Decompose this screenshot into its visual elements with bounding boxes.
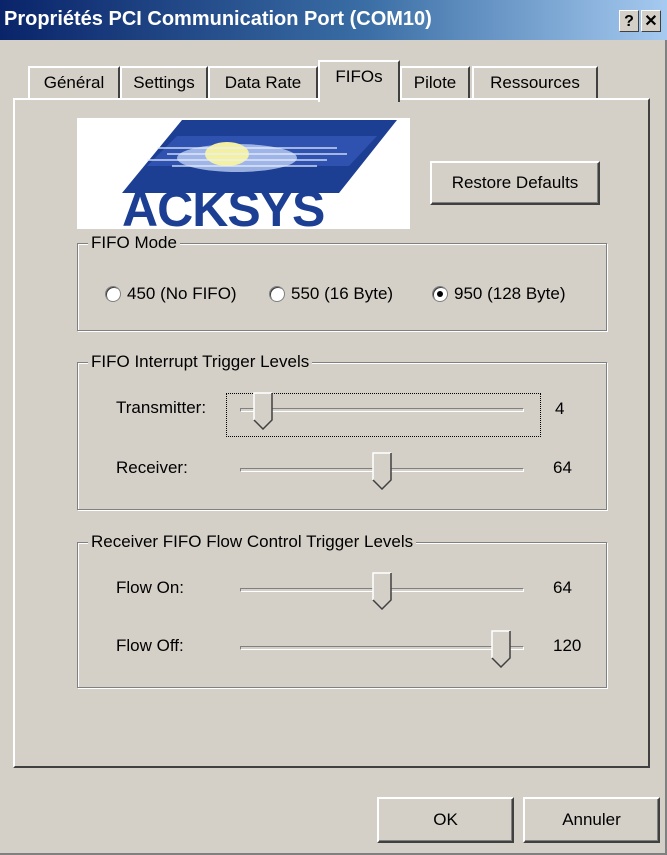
receiver-label: Receiver:	[116, 458, 188, 477]
radio-550-indicator	[269, 286, 285, 302]
radio-550-label: 550 (16 Byte)	[291, 284, 394, 303]
close-button[interactable]: ✕	[641, 10, 661, 32]
flow-off-slider[interactable]	[240, 630, 524, 676]
tab-fifos[interactable]: FIFOs	[318, 60, 400, 102]
interrupt-trigger-legend: FIFO Interrupt Trigger Levels	[88, 352, 313, 372]
flow-on-label: Flow On:	[116, 578, 185, 597]
help-icon: ?	[624, 13, 634, 30]
help-button[interactable]: ?	[619, 10, 639, 32]
radio-950-label: 950 (128 Byte)	[454, 284, 566, 303]
slider-thumb[interactable]	[253, 392, 273, 430]
flow-off-value: 120	[553, 636, 582, 655]
flow-off-label: Flow Off:	[116, 636, 184, 655]
tab-strip: Général Settings Data Rate FIFOs Pilote …	[0, 60, 667, 102]
tab-ressources[interactable]: Ressources	[472, 66, 598, 100]
transmitter-label: Transmitter:	[116, 398, 207, 417]
slider-track	[240, 646, 524, 650]
title-bar: Propriétés PCI Communication Port (COM10…	[0, 0, 667, 40]
radio-450-indicator	[105, 286, 121, 302]
fifo-mode-legend: FIFO Mode	[88, 233, 180, 253]
receiver-slider[interactable]	[240, 452, 524, 498]
acksys-logo-graphic: ACKSYS	[122, 120, 397, 229]
transmitter-slider[interactable]	[240, 392, 524, 438]
tab-general[interactable]: Général	[28, 66, 120, 100]
slider-thumb[interactable]	[372, 452, 392, 490]
window-title: Propriétés PCI Communication Port (COM10…	[4, 8, 432, 30]
slider-thumb[interactable]	[491, 630, 511, 668]
radio-950-indicator	[432, 286, 448, 302]
radio-450-label: 450 (No FIFO)	[127, 284, 237, 303]
flow-control-legend: Receiver FIFO Flow Control Trigger Level…	[88, 532, 417, 552]
properties-dialog: Propriétés PCI Communication Port (COM10…	[0, 0, 667, 855]
radio-950[interactable]: 950 (128 Byte)	[432, 284, 566, 304]
tab-pilote[interactable]: Pilote	[400, 66, 470, 100]
radio-550[interactable]: 550 (16 Byte)	[269, 284, 393, 304]
transmitter-value: 4	[555, 399, 565, 418]
receiver-value: 64	[553, 458, 572, 477]
ok-button[interactable]: OK	[377, 797, 514, 843]
tab-settings[interactable]: Settings	[120, 66, 208, 100]
logo-text: ACKSYS	[122, 181, 324, 229]
slider-track	[240, 408, 524, 412]
flow-on-value: 64	[553, 578, 572, 597]
cancel-button[interactable]: Annuler	[523, 797, 660, 843]
slider-thumb[interactable]	[372, 572, 392, 610]
close-icon: ✕	[644, 13, 658, 30]
acksys-logo: ACKSYS	[77, 118, 410, 229]
flow-on-slider[interactable]	[240, 572, 524, 618]
tab-data-rate[interactable]: Data Rate	[208, 66, 318, 100]
restore-defaults-button[interactable]: Restore Defaults	[430, 161, 600, 205]
radio-450[interactable]: 450 (No FIFO)	[105, 284, 237, 304]
